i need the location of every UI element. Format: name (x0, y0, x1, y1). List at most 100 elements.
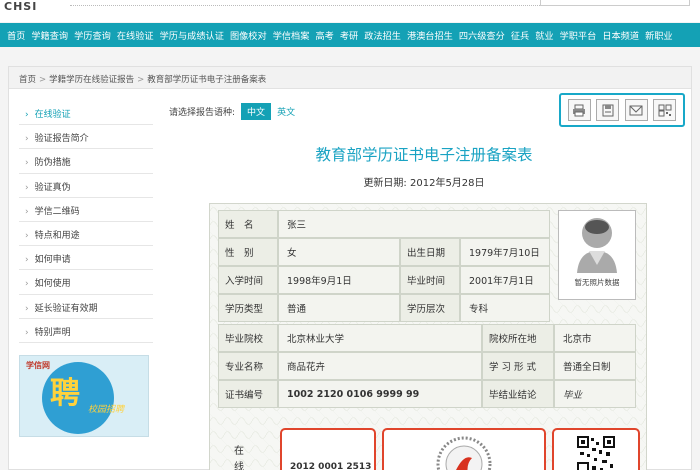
chevron-right-icon: › (25, 279, 29, 290)
qr-code-box[interactable] (552, 428, 640, 470)
nav-item-xuezhi[interactable]: 学职平台 (557, 28, 600, 42)
sidebar-item-how-apply[interactable]: › 如何申请 (19, 246, 153, 271)
sidebar-item-qrcode[interactable]: › 学信二维码 (19, 198, 153, 222)
nav-item-kaoyan[interactable]: 考研 (337, 28, 361, 42)
photo-caption: 暂无照片数据 (574, 278, 620, 287)
sidebar-item-label: 在线验证 (34, 110, 71, 120)
nav-item-gangao[interactable]: 港澳台招生 (404, 28, 456, 42)
sidebar-item-extend[interactable]: › 延长验证有效期 (19, 295, 153, 319)
nav-item-newjob[interactable]: 新职业 (642, 28, 676, 42)
breadcrumb-report[interactable]: 学籍学历在线验证报告 (49, 75, 134, 85)
chevron-right-icon: › (25, 182, 29, 193)
update-date-value: 2012年5月28日 (410, 178, 485, 189)
name-label: 姓 名 (218, 210, 278, 238)
sidebar-item-anti-fake[interactable]: › 防伪措施 (19, 149, 153, 174)
breadcrumb-separator: > (137, 75, 145, 85)
nav-item-jiuye[interactable]: 就业 (532, 28, 556, 42)
chevron-right-icon: › (25, 206, 29, 217)
study-form-label: 学 习 形 式 (482, 352, 554, 380)
nav-item-japan[interactable]: 日本频道 (599, 28, 642, 42)
nav-item-home[interactable]: 首页 (4, 28, 28, 42)
certificate-number-value: 1002 2120 0106 9999 99 (278, 380, 482, 408)
sidebar-item-statement[interactable]: › 特别声明 (19, 319, 153, 343)
chevron-right-icon: › (25, 110, 29, 120)
update-date-label: 更新日期: (363, 178, 407, 189)
sidebar-item-label: 延长验证有效期 (34, 303, 98, 314)
sidebar-item-label: 特别声明 (34, 327, 71, 338)
nav-item-zhengfa[interactable]: 政法招生 (361, 28, 404, 42)
sidebar-item-label: 如何使用 (34, 279, 71, 290)
graduate-date-label: 毕业时间 (400, 266, 460, 294)
nav-item-verify[interactable]: 在线验证 (114, 28, 157, 42)
graduate-date-value: 2001年7月1日 (460, 266, 550, 294)
name-value: 张三 (278, 210, 550, 238)
nav-item-cert[interactable]: 学历与成绩认证 (157, 28, 227, 42)
chevron-right-icon: › (25, 134, 29, 145)
graduation-conclusion-label: 毕结业结论 (482, 380, 554, 408)
print-icon (573, 104, 586, 116)
top-link-bar (70, 0, 590, 6)
nav-item-xueli[interactable]: 学历查询 (71, 28, 114, 42)
school-location-label: 院校所在地 (482, 324, 554, 352)
enroll-date-value: 1998年9月1日 (278, 266, 400, 294)
nav-item-zhengbing[interactable]: 征兵 (508, 28, 532, 42)
breadcrumb-current: 教育部学历证书电子注册备案表 (147, 75, 267, 85)
nav-item-gaokao[interactable]: 高考 (312, 28, 336, 42)
top-search-input[interactable] (540, 0, 690, 6)
language-prompt: 请选择报告语种: (169, 108, 236, 118)
promo-brand: 学信网 (26, 361, 50, 370)
qrcode-icon (658, 104, 672, 116)
graduation-conclusion-value: 毕业 (554, 380, 636, 408)
document-title: 教育部学历证书电子注册备案表 (315, 146, 533, 164)
sidebar-item-label: 验证报告简介 (34, 134, 89, 145)
qrcode-button[interactable] (653, 99, 677, 121)
sidebar-item-features[interactable]: › 特点和用途 (19, 222, 153, 247)
major-label: 专业名称 (218, 352, 278, 380)
mail-button[interactable] (624, 99, 648, 121)
language-selector: 请选择报告语种: 中文 英文 (169, 103, 295, 120)
recruit-promo-banner[interactable]: 学信网 聘 校园招聘 (19, 355, 149, 437)
breadcrumb: 首页 > 学籍学历在线验证报告 > 教育部学历证书电子注册备案表 (9, 67, 691, 89)
print-button[interactable] (567, 99, 591, 121)
avatar-icon (577, 218, 617, 273)
verify-code-text: 2012 0001 2513 (290, 462, 372, 470)
sidebar-menu: › 在线验证 › 验证报告简介 › 防伪措施 › 验证真伪 › 学信二维码 › 特点和用途 … (19, 101, 153, 343)
registration-record: 姓 名 张三 性 别 女 出生日期 1979年7月10日 入学时间 1998年9… (209, 203, 647, 470)
sidebar-item-label: 防伪措施 (34, 158, 71, 169)
school-label: 毕业院校 (218, 324, 278, 352)
chevron-right-icon: › (25, 230, 29, 241)
lang-option-chinese[interactable]: 中文 (241, 103, 272, 120)
main-nav: 首页 学籍查询 学历查询 在线验证 学历与成绩认证 图像校对 学信档案 高考 考… (0, 23, 700, 47)
degree-level-value: 专科 (460, 294, 550, 322)
chsi-seal-box[interactable] (382, 428, 546, 470)
mail-icon (629, 105, 643, 115)
nav-item-xueji[interactable]: 学籍查询 (28, 28, 71, 42)
nav-item-archive[interactable]: 学信档案 (270, 28, 313, 42)
chevron-right-icon: › (25, 158, 29, 169)
save-button[interactable] (596, 99, 620, 121)
school-location-value: 北京市 (554, 324, 636, 352)
chevron-right-icon: › (25, 327, 29, 338)
sidebar-item-label: 特点和用途 (34, 230, 80, 241)
degree-type-label: 学历类型 (218, 294, 278, 322)
verify-code-box[interactable]: 2012 0001 2513 (280, 428, 376, 470)
school-value: 北京林业大学 (278, 324, 482, 352)
lang-option-english[interactable]: 英文 (277, 105, 295, 118)
birth-date-label: 出生日期 (400, 238, 460, 266)
nav-item-cet[interactable]: 四六级查分 (456, 28, 508, 42)
gender-value: 女 (278, 238, 400, 266)
sidebar-item-verify-authentic[interactable]: › 验证真伪 (19, 174, 153, 198)
breadcrumb-home[interactable]: 首页 (19, 75, 36, 85)
site-logo[interactable]: CHSI (4, 0, 37, 13)
certificate-number-label: 证书编号 (218, 380, 278, 408)
report-toolbar (559, 93, 685, 127)
birth-date-value: 1979年7月10日 (460, 238, 550, 266)
sidebar-item-online-verify[interactable]: › 在线验证 (19, 101, 153, 126)
study-form-value: 普通全日制 (554, 352, 636, 380)
sidebar-item-report-intro[interactable]: › 验证报告简介 (19, 125, 153, 150)
sidebar-item-label: 如何申请 (34, 255, 71, 266)
chsi-seal-icon (436, 436, 492, 470)
nav-item-image[interactable]: 图像校对 (227, 28, 270, 42)
sidebar-item-how-use[interactable]: › 如何使用 (19, 270, 153, 295)
chevron-right-icon: › (25, 303, 29, 314)
